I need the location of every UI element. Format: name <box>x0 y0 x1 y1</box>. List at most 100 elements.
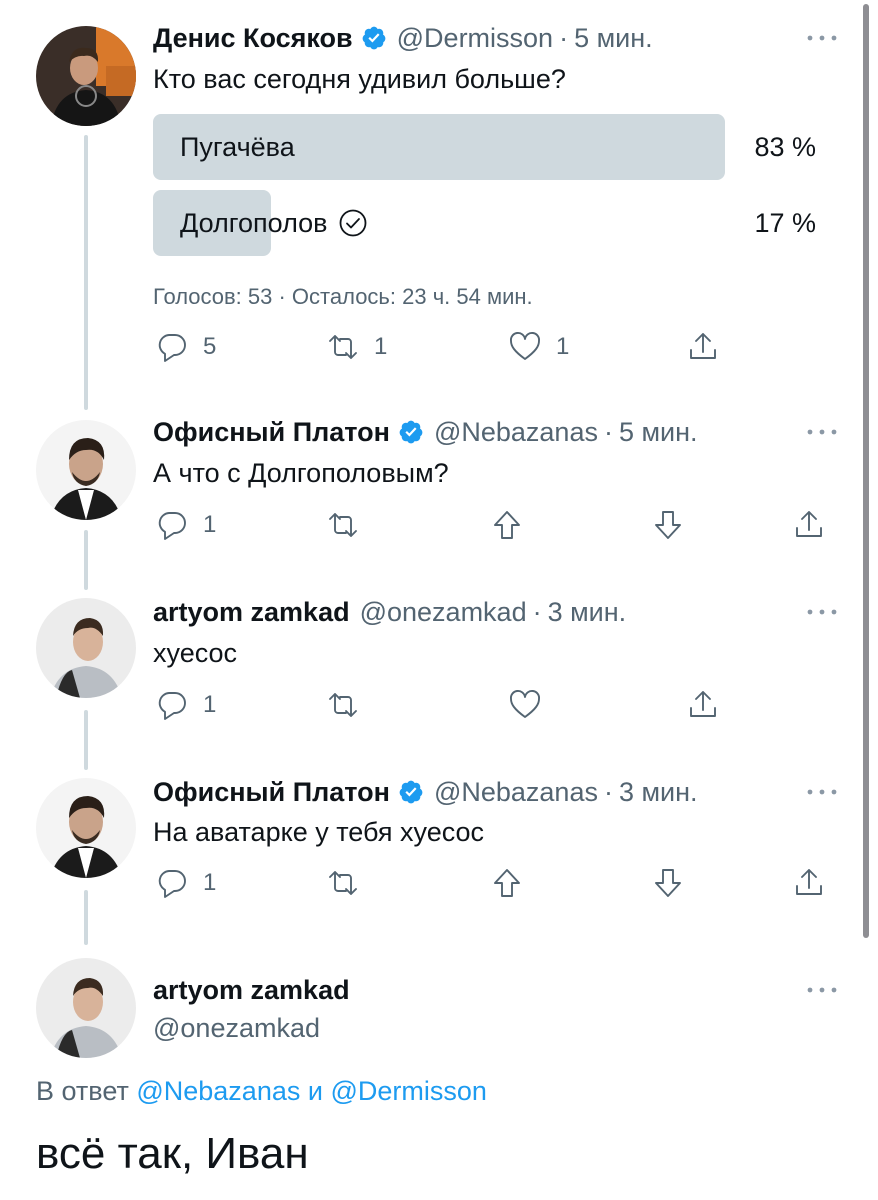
avatar[interactable] <box>36 598 136 698</box>
timestamp[interactable]: 3 мин. <box>548 596 627 628</box>
author-handle[interactable]: @onezamkad <box>360 596 527 628</box>
author-handle[interactable]: @Dermisson <box>397 22 553 54</box>
reply-count: 1 <box>203 869 217 896</box>
verified-badge-icon <box>362 26 386 50</box>
avatar[interactable] <box>36 420 136 520</box>
author-name[interactable]: Офисный Платон <box>153 776 390 808</box>
timestamp[interactable]: 5 мин. <box>619 416 698 448</box>
share-button[interactable] <box>686 330 720 364</box>
reply-button[interactable]: 1 <box>155 508 216 542</box>
separator-dot: · <box>603 417 613 447</box>
verified-badge-icon <box>399 420 423 444</box>
author-handle[interactable]: @Nebazanas <box>434 776 598 808</box>
poll-option-percent: 83 % <box>754 132 816 162</box>
separator-dot: · <box>559 23 569 53</box>
avatar[interactable] <box>36 778 136 878</box>
heart-icon <box>510 331 540 360</box>
separator-dot: · <box>532 597 542 627</box>
more-options-icon[interactable] <box>802 422 842 442</box>
retweet-icon <box>329 871 357 895</box>
share-icon <box>690 333 716 359</box>
thread-line <box>84 890 88 945</box>
tweet-header: Офисный Платон @Nebazanas · 5 мин. <box>153 416 698 448</box>
like-button[interactable]: 1 <box>508 330 569 364</box>
reply-icon <box>158 512 186 540</box>
reply-count: 5 <box>203 333 217 360</box>
thread-line <box>84 135 88 410</box>
reply-button[interactable]: 1 <box>155 866 216 900</box>
downvote-button[interactable] <box>651 508 685 542</box>
reply-button[interactable]: 5 <box>155 330 216 364</box>
share-button[interactable] <box>792 866 826 900</box>
share-icon <box>796 511 822 537</box>
heart-icon <box>510 689 540 718</box>
author-name[interactable]: Офисный Платон <box>153 416 390 448</box>
main-tweet-text: всё так, Иван <box>36 1129 309 1178</box>
arrow-up-icon <box>494 869 520 897</box>
retweet-icon <box>329 693 357 717</box>
arrow-down-icon <box>655 511 681 539</box>
tweet-text: Кто вас сегодня удивил больше? <box>153 64 566 94</box>
thread-line <box>84 710 88 770</box>
tweet-text: На аватарке у тебя хуесос <box>153 817 485 847</box>
reply-button[interactable]: 1 <box>155 688 216 722</box>
avatar[interactable] <box>36 958 136 1058</box>
retweet-count: 1 <box>374 333 388 360</box>
tweet-header: Офисный Платон @Nebazanas · 3 мин. <box>153 776 698 808</box>
separator-dot: · <box>603 777 613 807</box>
retweet-button[interactable] <box>326 688 360 722</box>
poll-option-label: Долгополов <box>180 206 368 240</box>
timestamp[interactable]: 5 мин. <box>574 22 653 54</box>
scrollbar[interactable] <box>863 4 869 938</box>
reply-prefix: В ответ <box>36 1076 129 1106</box>
upvote-button[interactable] <box>490 508 524 542</box>
downvote-button[interactable] <box>651 866 685 900</box>
check-circle-icon <box>339 209 366 237</box>
mention-link[interactable]: @Nebazanas <box>136 1076 300 1106</box>
like-button[interactable] <box>508 688 542 722</box>
author-name[interactable]: Денис Косяков <box>153 22 353 54</box>
retweet-icon <box>329 335 357 359</box>
share-icon <box>796 869 822 895</box>
reply-count: 1 <box>203 691 217 718</box>
reply-count: 1 <box>203 511 217 538</box>
thread-line <box>84 530 88 590</box>
retweet-button[interactable] <box>326 866 360 900</box>
timestamp[interactable]: 3 мин. <box>619 776 698 808</box>
upvote-button[interactable] <box>490 866 524 900</box>
share-button[interactable] <box>686 688 720 722</box>
retweet-button[interactable] <box>326 508 360 542</box>
author-name[interactable]: artyom zamkad <box>153 974 350 1006</box>
share-icon <box>690 691 716 717</box>
more-options-icon[interactable] <box>802 602 842 622</box>
like-count: 1 <box>556 333 570 360</box>
author-handle[interactable]: @onezamkad <box>153 1012 320 1044</box>
more-options-icon[interactable] <box>802 782 842 802</box>
verified-badge-icon <box>399 780 423 804</box>
reply-icon <box>158 334 186 362</box>
arrow-down-icon <box>655 869 681 897</box>
retweet-icon <box>329 513 357 537</box>
poll-option-text: Долгополов <box>180 208 328 238</box>
tweet-header: Денис Косяков @Dermisson · 5 мин. <box>153 22 653 54</box>
more-options-icon[interactable] <box>802 980 842 1000</box>
mention-link[interactable]: @Dermisson <box>330 1076 486 1106</box>
poll-option-text: Пугачёва <box>180 132 295 162</box>
poll-meta: Голосов: 53 · Осталось: 23 ч. 54 мин. <box>153 284 533 309</box>
poll-option-percent: 17 % <box>754 208 816 238</box>
avatar[interactable] <box>36 26 136 126</box>
reply-icon <box>158 870 186 898</box>
more-options-icon[interactable] <box>802 28 842 48</box>
share-button[interactable] <box>792 508 826 542</box>
tweet-header: artyom zamkad @onezamkad · 3 мин. <box>153 596 626 628</box>
reply-context: В ответ @Nebazanas и @Dermisson <box>36 1074 487 1108</box>
tweet-text: А что с Долгополовым? <box>153 458 449 488</box>
poll-option-label: Пугачёва <box>180 130 295 164</box>
author-handle[interactable]: @Nebazanas <box>434 416 598 448</box>
reply-icon <box>158 692 186 720</box>
reply-and: и <box>307 1076 323 1106</box>
tweet-text: хуесос <box>153 638 238 668</box>
retweet-button[interactable]: 1 <box>326 330 387 364</box>
arrow-up-icon <box>494 511 520 539</box>
author-name[interactable]: artyom zamkad <box>153 596 350 628</box>
